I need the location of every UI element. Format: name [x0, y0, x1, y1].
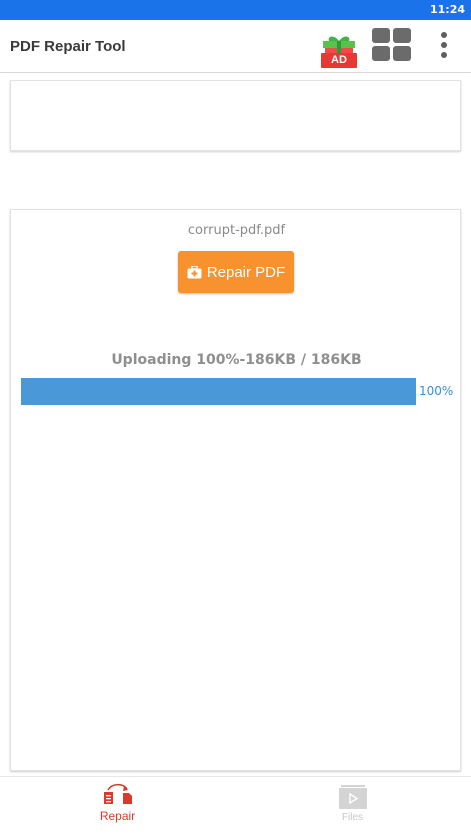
nav-label-files: Files: [341, 812, 364, 823]
repair-documents-icon: [104, 783, 132, 804]
first-aid-kit-icon: [187, 265, 202, 278]
more-options-button[interactable]: [436, 32, 452, 60]
grid-view-icon: [372, 28, 412, 62]
nav-item-files[interactable]: Files: [235, 777, 470, 839]
status-time: 11:24: [429, 3, 465, 16]
files-play-icon: [339, 785, 367, 809]
repair-pdf-label: Repair PDF: [206, 263, 286, 281]
nav-item-repair[interactable]: Repair: [0, 777, 235, 839]
upload-progress-bar: [21, 378, 416, 405]
repair-pdf-button[interactable]: Repair PDF: [178, 251, 294, 293]
grid-view-button[interactable]: [372, 28, 412, 62]
app-bar: PDF Repair Tool AD: [0, 20, 471, 73]
upload-progress-fill: [21, 378, 416, 405]
file-name: corrupt-pdf.pdf: [187, 223, 286, 238]
ad-badge-label: AD: [331, 54, 347, 66]
status-bar: 11:24: [0, 0, 471, 20]
upload-status-text: Uploading 100%-186KB / 186KB: [111, 352, 362, 368]
more-vert-icon: [436, 32, 452, 60]
upload-progress-percent: 100%: [419, 384, 454, 398]
app-screen: 11:24 PDF Repair Tool AD corrupt-pdf.pdf…: [0, 0, 471, 839]
ad-banner-card: [10, 80, 461, 151]
app-title: PDF Repair Tool: [10, 38, 126, 55]
repair-card: corrupt-pdf.pdf Repair PDF Uploading 100…: [10, 209, 461, 771]
nav-label-repair: Repair: [99, 809, 136, 823]
bottom-navigation: Repair Files: [0, 776, 471, 839]
gift-ad-button[interactable]: AD: [320, 32, 358, 70]
